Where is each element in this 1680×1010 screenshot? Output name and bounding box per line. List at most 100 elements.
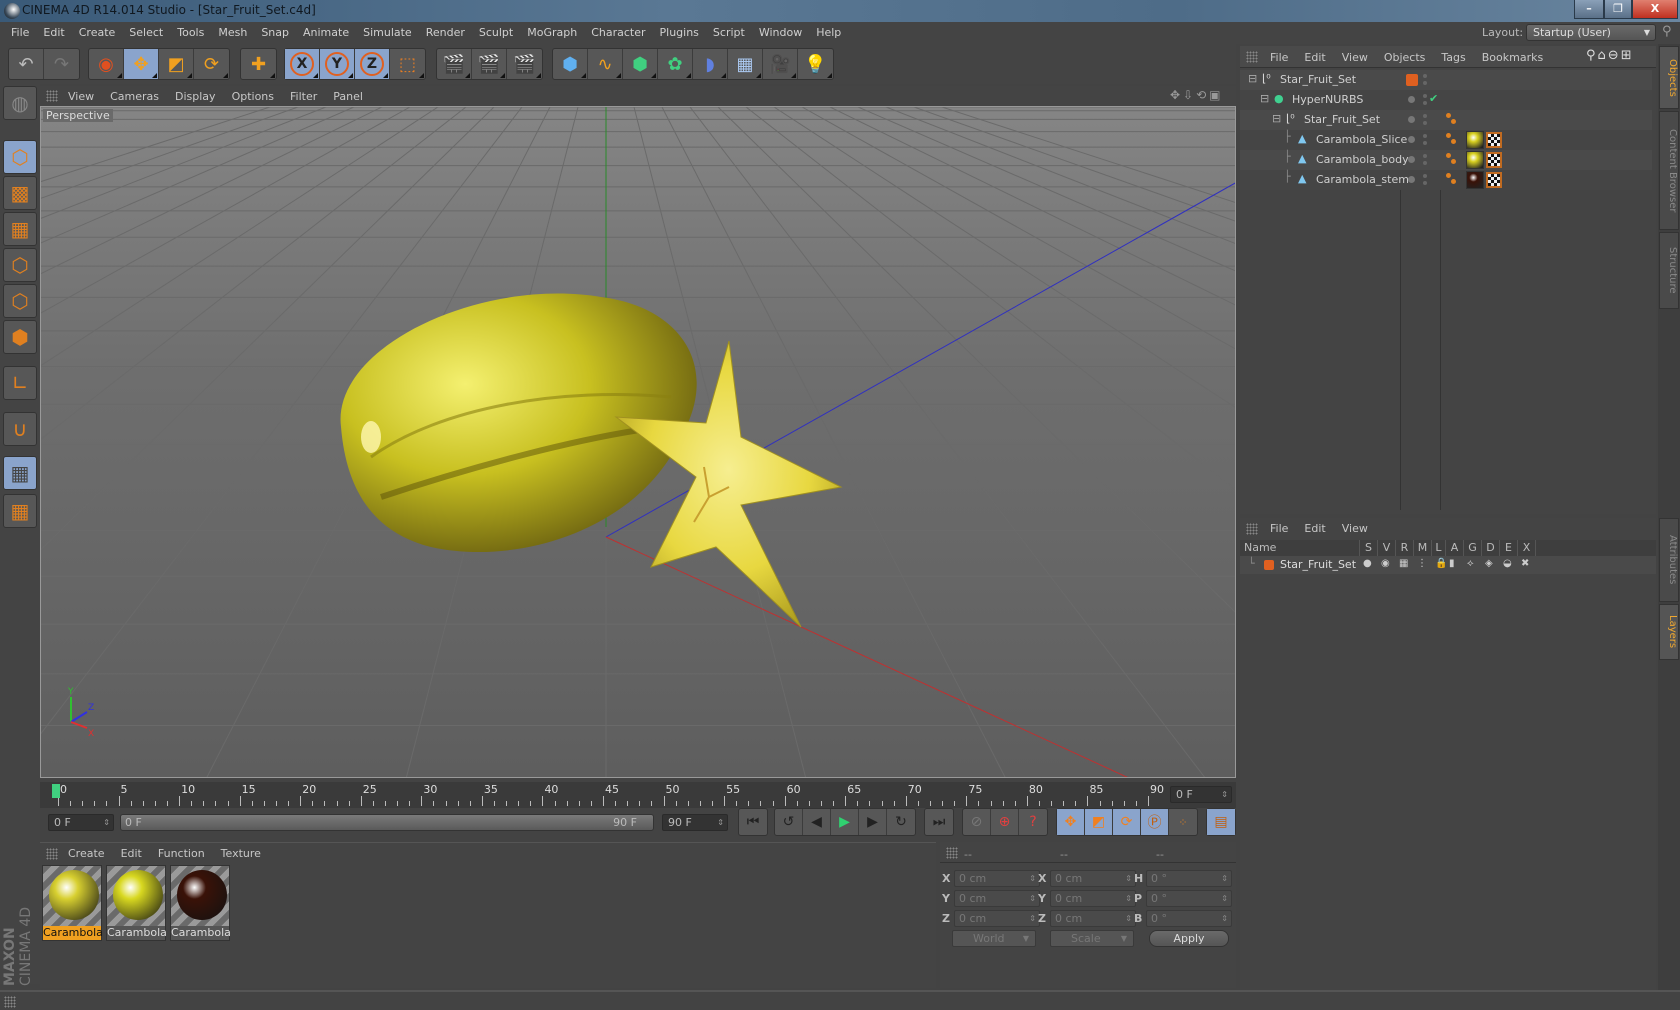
material-tag-icon[interactable] [1466, 171, 1484, 189]
viewport-menu-panel[interactable]: Panel [325, 90, 371, 103]
editor-visibility-dot[interactable] [1423, 74, 1427, 78]
previous-key-button[interactable]: ↺ [775, 809, 803, 835]
floor-button[interactable]: ▦ [728, 49, 763, 79]
object-row[interactable]: ├ ▲ Carambola_body [1240, 150, 1652, 170]
frame-range-slider[interactable]: 0 F 90 F [120, 814, 654, 831]
restore-button[interactable]: ❐ [1604, 0, 1632, 19]
live-selection-button[interactable]: ◉ [89, 49, 124, 79]
visibility-dot[interactable] [1408, 176, 1415, 183]
object-menu-bookmarks[interactable]: Bookmarks [1474, 51, 1551, 64]
make-editable-button[interactable]: ◍ [3, 86, 37, 120]
tab-attributes[interactable]: Attributes [1659, 518, 1679, 602]
layer-animation-icon[interactable]: ▮ [1449, 558, 1455, 569]
panel-grip[interactable] [46, 90, 58, 102]
object-menu-objects[interactable]: Objects [1376, 51, 1434, 64]
uvw-tag-icon[interactable] [1486, 172, 1502, 188]
menu-create[interactable]: Create [72, 26, 123, 39]
uvw-tag-icon[interactable] [1486, 152, 1502, 168]
step-back-button[interactable]: ◀ [803, 809, 831, 835]
tree-collapse-icon[interactable]: ⊟ [1260, 92, 1269, 105]
tab-structure[interactable]: Structure [1659, 232, 1679, 309]
home-icon[interactable]: ⌂ [1598, 48, 1608, 63]
end-frame-field[interactable]: 90 F ⇕ [662, 814, 728, 831]
object-row[interactable]: ⊟ ⌊⁰ Star_Fruit_Set [1240, 110, 1652, 130]
light-button[interactable]: 💡 [798, 49, 833, 79]
go-to-start-button[interactable]: ⏮ [739, 809, 767, 835]
menu-plugins[interactable]: Plugins [653, 26, 706, 39]
menu-mesh[interactable]: Mesh [211, 26, 254, 39]
editor-visibility-dot[interactable] [1423, 174, 1427, 178]
scale-button[interactable]: ◩ [159, 49, 194, 79]
coord-field[interactable]: 0 cm ⇕ [1050, 870, 1136, 887]
material-menu-texture[interactable]: Texture [213, 847, 269, 860]
deformer-button[interactable]: ◗ [693, 49, 728, 79]
menu-tools[interactable]: Tools [170, 26, 211, 39]
search-icon[interactable]: ⚲ [1662, 24, 1672, 39]
playhead[interactable] [52, 784, 60, 798]
menu-script[interactable]: Script [706, 26, 752, 39]
material-swatch[interactable]: Carambola [42, 865, 103, 941]
layer-solo-icon[interactable]: ● [1363, 558, 1372, 569]
editor-visibility-dot[interactable] [1423, 134, 1427, 138]
tab-objects[interactable]: Objects [1659, 46, 1679, 109]
layer-column-g[interactable]: G [1464, 540, 1482, 556]
layer-generators-icon[interactable]: ⟡ [1467, 558, 1474, 569]
panel-grip[interactable] [4, 996, 16, 1008]
material-swatch[interactable]: Carambola [106, 865, 167, 941]
polygons-mode-button[interactable]: ⬢ [3, 320, 37, 354]
visibility-dot[interactable] [1408, 136, 1415, 143]
layer-column-x[interactable]: X [1518, 540, 1536, 556]
record-active-icon[interactable]: ⊘ [963, 809, 991, 835]
render-visibility-dot[interactable] [1423, 141, 1427, 145]
layer-column-r[interactable]: R [1396, 540, 1414, 556]
edges-mode-button[interactable]: ⬡ [3, 284, 37, 318]
last-tool-button[interactable]: ✚ [241, 49, 276, 79]
visibility-dot[interactable] [1408, 156, 1415, 163]
play-button[interactable]: ▶ [831, 809, 859, 835]
layer-menu-file[interactable]: File [1262, 522, 1296, 535]
layer-column-a[interactable]: A [1446, 540, 1464, 556]
snap-magnet-button[interactable]: ∪ [3, 412, 37, 446]
visibility-dot[interactable] [1408, 116, 1415, 123]
layer-xref-icon[interactable]: ✖ [1521, 558, 1529, 569]
key-position-icon[interactable]: ✥ [1057, 809, 1085, 835]
workplane-lock-button[interactable]: ▦ [3, 456, 37, 490]
coord-field[interactable]: 0 ° ⇕ [1146, 910, 1232, 927]
coord-mode-dropdown[interactable]: Scale ▼ [1050, 930, 1134, 947]
minimize-button[interactable]: – [1574, 0, 1604, 19]
axis-mode-button[interactable]: ∟ [3, 366, 37, 400]
redo-button[interactable]: ↷ [44, 49, 79, 79]
uvw-tag-icon[interactable] [1486, 132, 1502, 148]
viewport-menu-options[interactable]: Options [224, 90, 282, 103]
menu-animate[interactable]: Animate [296, 26, 356, 39]
spline-pen-button[interactable]: ∿ [588, 49, 623, 79]
editor-visibility-dot[interactable] [1423, 154, 1427, 158]
render-view-button[interactable]: 🎬 [437, 49, 472, 79]
layer-menu-edit[interactable]: Edit [1296, 522, 1333, 535]
3d-viewport[interactable]: Y Z X Perspective [40, 106, 1236, 778]
menu-snap[interactable]: Snap [254, 26, 296, 39]
coord-field[interactable]: 0 cm ⇕ [954, 870, 1040, 887]
coord-space-dropdown[interactable]: World ▼ [952, 930, 1036, 947]
menu-file[interactable]: File [4, 26, 36, 39]
panel-grip[interactable] [1246, 51, 1258, 63]
phong-tag-icon[interactable] [1446, 113, 1458, 125]
menu-character[interactable]: Character [584, 26, 652, 39]
undo-button[interactable]: ↶ [9, 49, 44, 79]
cube-button[interactable]: ⬢ [553, 49, 588, 79]
viewport-menu-filter[interactable]: Filter [282, 90, 325, 103]
tree-collapse-icon[interactable]: ⊟ [1248, 72, 1257, 85]
editor-visibility-dot[interactable] [1423, 94, 1427, 98]
render-visibility-dot[interactable] [1423, 161, 1427, 165]
layer-menu-view[interactable]: View [1334, 522, 1376, 535]
camera-button[interactable]: 🎥 [763, 49, 798, 79]
timeline-window-icon[interactable]: ▤ [1207, 809, 1235, 835]
render-visibility-dot[interactable] [1423, 121, 1427, 125]
material-menu-function[interactable]: Function [150, 847, 213, 860]
new-window-icon[interactable]: ⊞ [1621, 48, 1634, 63]
object-menu-file[interactable]: File [1262, 51, 1296, 64]
layer-deformers-icon[interactable]: ◈ [1485, 558, 1493, 569]
phong-tag-icon[interactable] [1446, 133, 1458, 145]
layer-render-icon[interactable]: ▦ [1399, 558, 1408, 569]
object-row[interactable]: ├ ▲ Carambola_Slice [1240, 130, 1652, 150]
